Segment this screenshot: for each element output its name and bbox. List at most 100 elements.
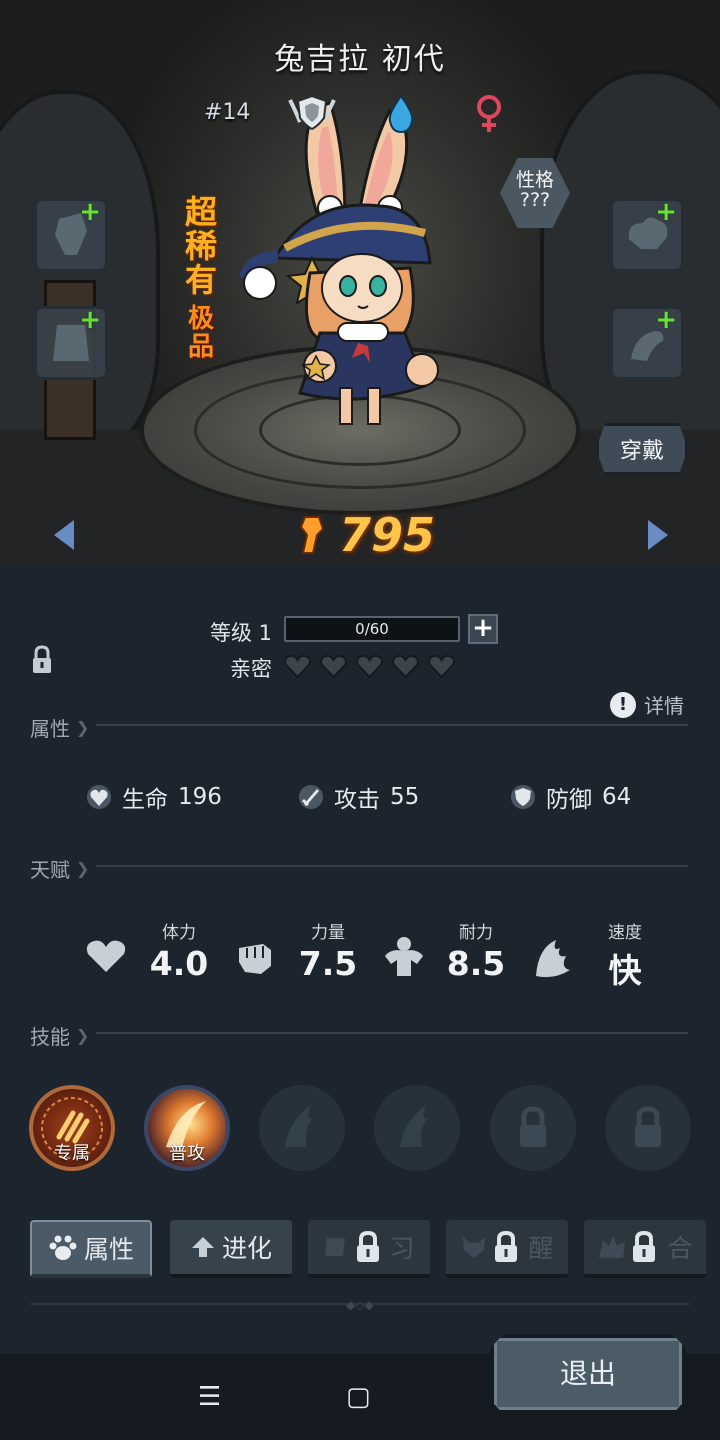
add-icon: + xyxy=(655,197,677,227)
tab-learn[interactable]: 习 xyxy=(308,1220,430,1278)
heart-shield-icon xyxy=(87,785,111,809)
fist-icon xyxy=(239,944,271,974)
section-skills: 技能 ❯ xyxy=(30,1021,89,1050)
personality-label: 性格 xyxy=(515,169,554,191)
skill-exclusive-label: 专属 xyxy=(54,1143,90,1164)
stat-defense: 防御 64 xyxy=(510,780,631,814)
section-skills-label: 技能 xyxy=(30,1025,70,1049)
wing-icon xyxy=(536,940,570,978)
stat-attack: 攻击 55 xyxy=(298,780,419,814)
sword-icon xyxy=(299,785,323,809)
menu-icon[interactable]: ☰ xyxy=(198,1354,221,1440)
character-sprite[interactable] xyxy=(240,88,460,433)
tab-attributes[interactable]: 属性 xyxy=(30,1220,152,1278)
skill-slot-empty[interactable] xyxy=(374,1085,460,1171)
skill-basic-attack[interactable]: 普攻 xyxy=(144,1085,230,1171)
level-up-button[interactable]: + xyxy=(468,614,498,644)
divider-ornament: ◆◇◆ xyxy=(346,1298,374,1312)
skill-slot-locked[interactable] xyxy=(605,1085,691,1171)
heart-icon xyxy=(320,654,347,678)
stat-hp-label: 生命 xyxy=(122,787,168,813)
section-divider xyxy=(96,865,688,867)
bottom-tab-bar: 属性 进化 习 醒 合 xyxy=(30,1220,706,1280)
section-divider xyxy=(96,1032,688,1034)
talent-endurance-label: 耐力 xyxy=(459,923,493,943)
equip-slot-weapon[interactable]: + xyxy=(34,198,108,272)
stat-attack-value: 55 xyxy=(390,784,420,810)
heart-icon xyxy=(392,654,419,678)
wear-button[interactable]: 穿戴 xyxy=(596,423,688,475)
section-talent: 天赋 ❯ xyxy=(30,854,89,883)
next-character-arrow[interactable] xyxy=(648,520,668,550)
lock-icon xyxy=(357,1230,379,1262)
grade-label: 极品 xyxy=(187,304,214,362)
power-display: 795 xyxy=(295,505,435,565)
talent-speed: 速度 快 xyxy=(530,918,660,990)
personality-value: ??? xyxy=(519,189,551,211)
slash-icon xyxy=(285,1105,313,1147)
heart-icon xyxy=(356,654,383,678)
lock-icon xyxy=(635,1106,661,1147)
shield-rank-icon[interactable] xyxy=(286,92,338,132)
paw-icon xyxy=(49,1235,77,1260)
tab-awaken[interactable]: 醒 xyxy=(446,1220,568,1278)
add-icon: + xyxy=(655,305,677,335)
power-value: 795 xyxy=(339,508,436,562)
prev-character-arrow[interactable] xyxy=(54,520,74,550)
tab-fusion[interactable]: 合 xyxy=(584,1220,706,1278)
talent-endurance: 耐力 8.5 xyxy=(381,918,511,988)
fist-power-icon xyxy=(299,516,325,554)
equip-slot-armor[interactable]: + xyxy=(34,306,108,380)
level-progress-bar: 0/60 xyxy=(284,616,460,642)
details-button[interactable]: ! 详情 xyxy=(610,690,684,719)
section-attributes-label: 属性 xyxy=(30,717,70,741)
stat-defense-label: 防御 xyxy=(546,787,592,813)
book-icon xyxy=(325,1238,346,1256)
stat-defense-value: 64 xyxy=(602,784,632,810)
home-icon[interactable]: ▢ xyxy=(346,1354,371,1440)
skill-exclusive[interactable]: 专属 xyxy=(29,1085,115,1171)
stat-attack-label: 攻击 xyxy=(334,787,380,813)
equip-slot-trinket[interactable]: + xyxy=(610,306,684,380)
level-label: 等级 1 xyxy=(210,621,273,645)
tab-evolution-label: 进化 xyxy=(221,1234,272,1263)
heart-icon xyxy=(428,654,455,678)
heart-icon xyxy=(284,654,311,678)
equip-slot-accessory[interactable]: + xyxy=(610,198,684,272)
lock-icon[interactable] xyxy=(31,645,53,675)
character-number: #14 xyxy=(204,100,251,125)
tab-evolution[interactable]: 进化 xyxy=(170,1220,292,1278)
water-element-icon[interactable] xyxy=(386,94,416,134)
lock-icon xyxy=(495,1230,517,1262)
skill-slot-empty[interactable] xyxy=(259,1085,345,1171)
chevron-right-icon: ❯ xyxy=(76,718,90,737)
talent-stamina-value: 4.0 xyxy=(149,944,209,983)
level-progress-text: 0/60 xyxy=(355,620,389,638)
muscle-icon xyxy=(385,937,423,976)
tab-attributes-label: 属性 xyxy=(83,1235,134,1264)
rarity-label: 超稀有 xyxy=(184,193,217,299)
chevron-right-icon: ❯ xyxy=(76,1026,90,1045)
section-attributes: 属性 ❯ xyxy=(30,713,89,742)
lock-icon xyxy=(520,1106,546,1147)
stat-hp: 生命 196 xyxy=(86,780,222,814)
exit-button[interactable]: 退出 xyxy=(490,1334,686,1414)
stat-hp-value: 196 xyxy=(178,784,222,810)
female-icon xyxy=(477,95,501,132)
tab-learn-label: 习 xyxy=(389,1234,415,1263)
talent-strength-label: 力量 xyxy=(311,923,345,943)
skill-basic-attack-label: 普攻 xyxy=(169,1143,205,1164)
talent-endurance-value: 8.5 xyxy=(446,944,506,983)
slash-icon xyxy=(400,1105,428,1147)
section-divider xyxy=(96,724,688,726)
details-label: 详情 xyxy=(644,694,684,718)
character-name: 兔吉拉 初代 xyxy=(274,42,446,77)
add-icon: + xyxy=(79,197,101,227)
talent-speed-label: 速度 xyxy=(608,923,642,943)
skill-slot-locked[interactable] xyxy=(490,1085,576,1171)
fusion-icon xyxy=(599,1236,626,1258)
chevron-right-icon: ❯ xyxy=(76,859,90,878)
talent-stamina-label: 体力 xyxy=(162,923,196,943)
shield-icon xyxy=(511,785,535,809)
tab-fusion-label: 合 xyxy=(667,1234,693,1263)
